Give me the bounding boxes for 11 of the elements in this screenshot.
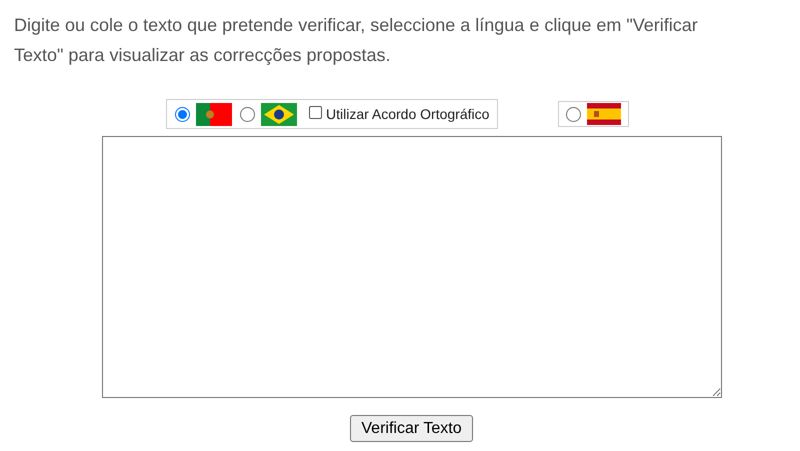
checkbox-label: Utilizar Acordo Ortográfico <box>326 104 490 124</box>
text-input-area[interactable] <box>102 136 722 398</box>
flag-icon <box>587 103 622 125</box>
instructions-text: Digite ou cole o texto que pretende verificar, seleccione a língua e clique em "Verificar Texto" para visualizar as correcções propostas. <box>14 14 699 67</box>
radio-button[interactable] <box>566 106 582 122</box>
radio-button[interactable] <box>240 106 255 122</box>
radio-button[interactable] <box>175 106 190 122</box>
flag-icon <box>196 102 232 126</box>
flag-icon <box>261 102 297 126</box>
verify-text-button[interactable]: Verificar Texto <box>350 415 473 442</box>
checkbox[interactable] <box>309 106 322 118</box>
